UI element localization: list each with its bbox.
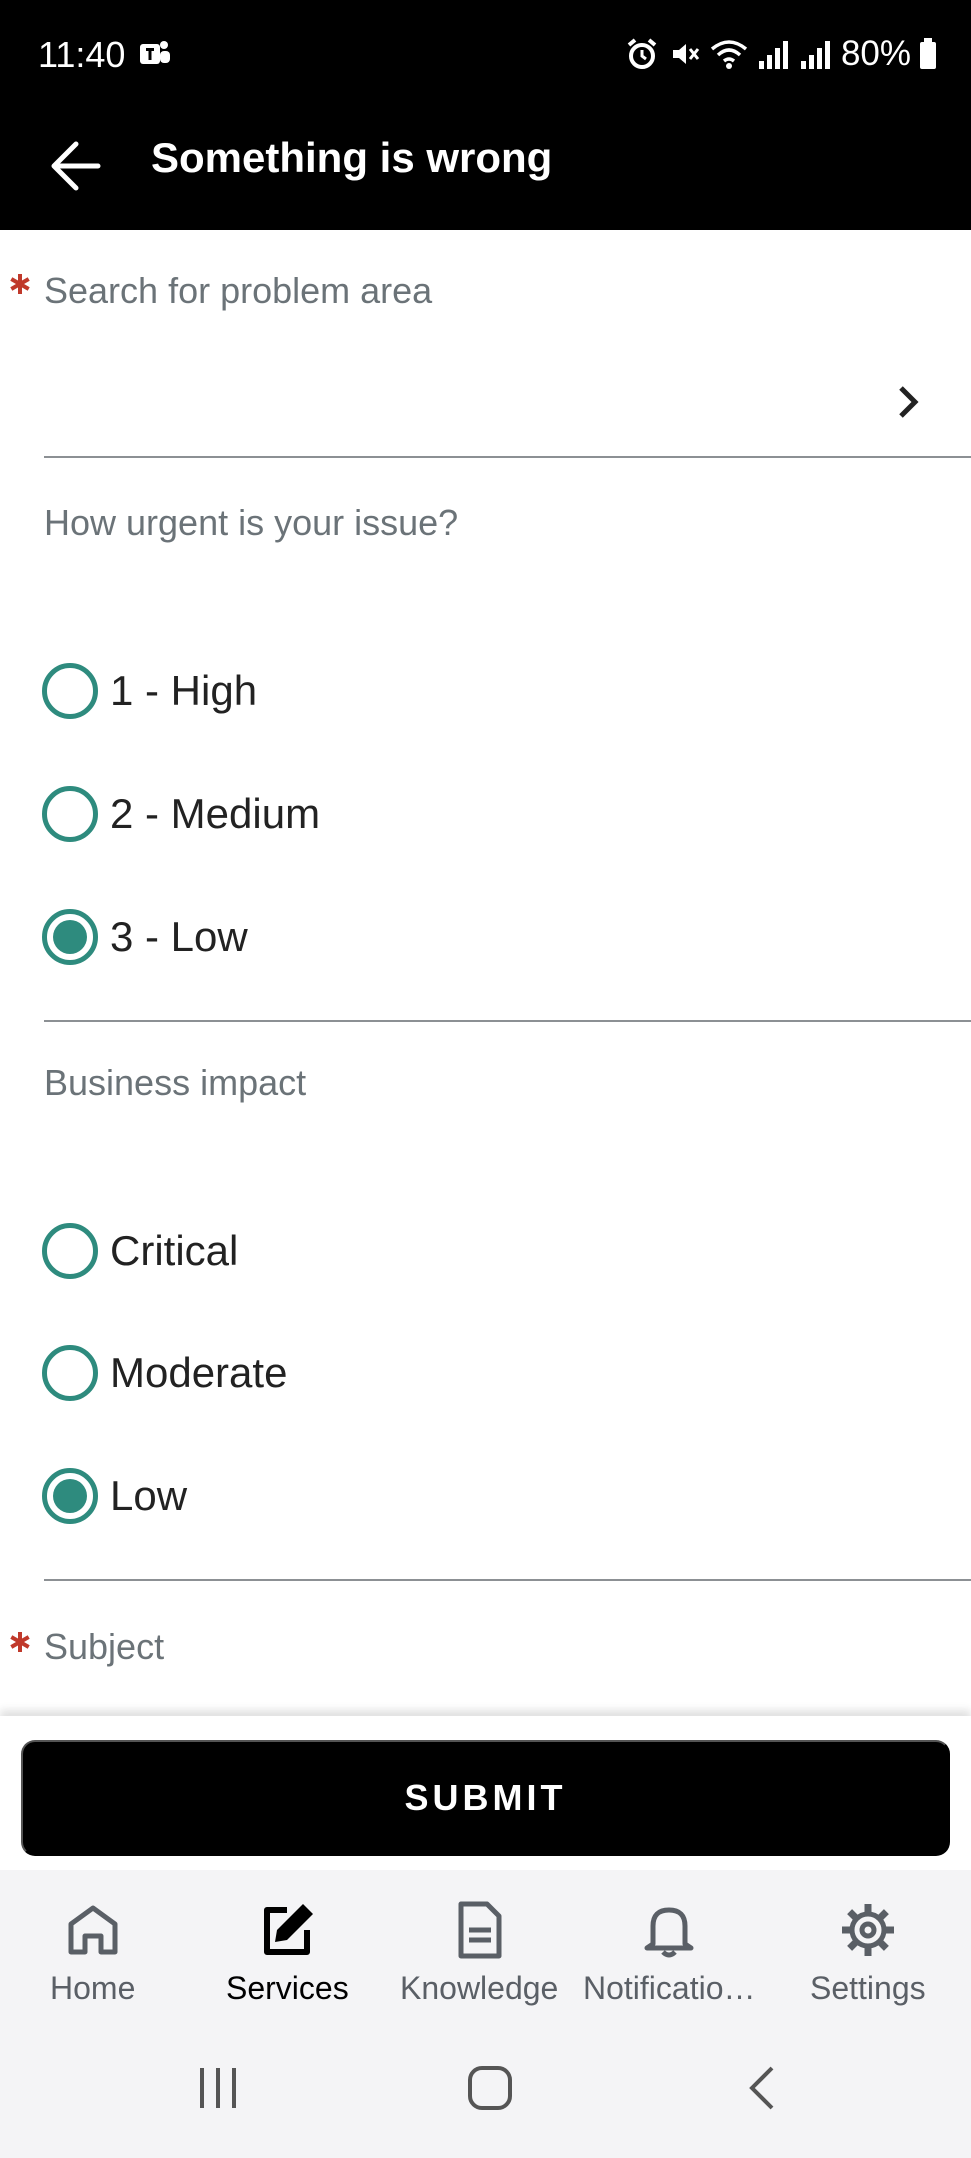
nav-item-knowledge[interactable]: Knowledge <box>400 1900 558 2007</box>
status-bar: 11:40 80% <box>0 0 971 110</box>
app-bar: Something is wrong <box>0 110 971 230</box>
nav-item-settings[interactable]: Settings <box>810 1900 926 2007</box>
nav-label: Knowledge <box>400 1970 559 2006</box>
signal-icon <box>758 41 788 69</box>
urgency-option-label: 2 - Medium <box>110 790 321 837</box>
subject-label: Subject <box>44 1626 165 1667</box>
radio-button[interactable] <box>42 786 98 842</box>
back-nav-icon[interactable] <box>744 2064 780 2112</box>
problem-area-label: Search for problem area <box>44 270 433 311</box>
nav-item-notifications[interactable]: Notificatio… <box>583 1900 756 2007</box>
business-impact-label: Business impact <box>44 1062 307 1103</box>
back-arrow-icon[interactable] <box>46 130 106 202</box>
chevron-right-icon[interactable] <box>894 382 922 422</box>
impact-option-moderate[interactable]: Moderate <box>42 1338 287 1408</box>
alarm-icon <box>627 38 657 69</box>
home-icon <box>68 1905 118 1955</box>
nav-label: Notificatio… <box>583 1970 756 2006</box>
battery-icon <box>920 38 936 69</box>
problem-area-field[interactable] <box>44 340 971 446</box>
divider <box>44 1579 971 1581</box>
recent-apps-icon[interactable] <box>196 2064 240 2112</box>
radio-button-selected[interactable] <box>42 909 98 965</box>
bell-icon <box>644 1907 694 1958</box>
status-time: 11:40 <box>38 34 126 75</box>
divider <box>44 456 971 458</box>
impact-option-label: Critical <box>110 1227 239 1274</box>
impact-option-critical[interactable]: Critical <box>42 1216 238 1286</box>
nav-item-home[interactable]: Home <box>50 1900 135 2007</box>
impact-option-low[interactable]: Low <box>42 1461 187 1531</box>
required-asterisk-icon <box>10 274 30 294</box>
battery-level: 80% <box>840 34 911 73</box>
urgency-option-high[interactable]: 1 - High <box>42 656 257 726</box>
radio-button[interactable] <box>42 663 98 719</box>
nav-label: Settings <box>810 1970 926 2006</box>
edit-icon <box>264 1904 314 1955</box>
urgency-option-label: 3 - Low <box>110 913 248 960</box>
page-title: Something is wrong <box>151 134 553 181</box>
nav-item-services[interactable]: Services <box>226 1900 349 2007</box>
submit-button[interactable]: SUBMIT <box>21 1740 950 1856</box>
urgency-option-label: 1 - High <box>110 667 258 714</box>
radio-button[interactable] <box>42 1223 98 1279</box>
nav-label: Home <box>50 1970 136 2006</box>
urgency-label: How urgent is your issue? <box>44 502 459 543</box>
teams-icon <box>140 41 170 64</box>
home-button-icon[interactable] <box>466 2064 514 2112</box>
radio-button-selected[interactable] <box>42 1468 98 1524</box>
system-nav-bar <box>0 2020 971 2158</box>
form-content[interactable]: Search for problem area How urgent is yo… <box>0 230 971 1716</box>
urgency-option-low[interactable]: 3 - Low <box>42 902 248 972</box>
wifi-icon <box>710 40 748 69</box>
radio-button[interactable] <box>42 1345 98 1401</box>
urgency-option-medium[interactable]: 2 - Medium <box>42 779 320 849</box>
divider <box>44 1020 971 1022</box>
impact-option-label: Low <box>110 1472 188 1519</box>
signal-icon-2 <box>800 41 830 69</box>
gear-icon <box>841 1904 894 1956</box>
status-icons: 80% <box>625 34 937 74</box>
submit-area: SUBMIT <box>0 1716 971 1870</box>
bottom-nav: Home Services Knowledge Notificatio… Set… <box>0 1870 971 2020</box>
document-icon <box>458 1901 502 1959</box>
nav-label: Services <box>226 1970 349 2006</box>
required-asterisk-icon <box>10 1632 30 1652</box>
mute-icon <box>672 44 700 64</box>
impact-option-label: Moderate <box>110 1349 288 1396</box>
